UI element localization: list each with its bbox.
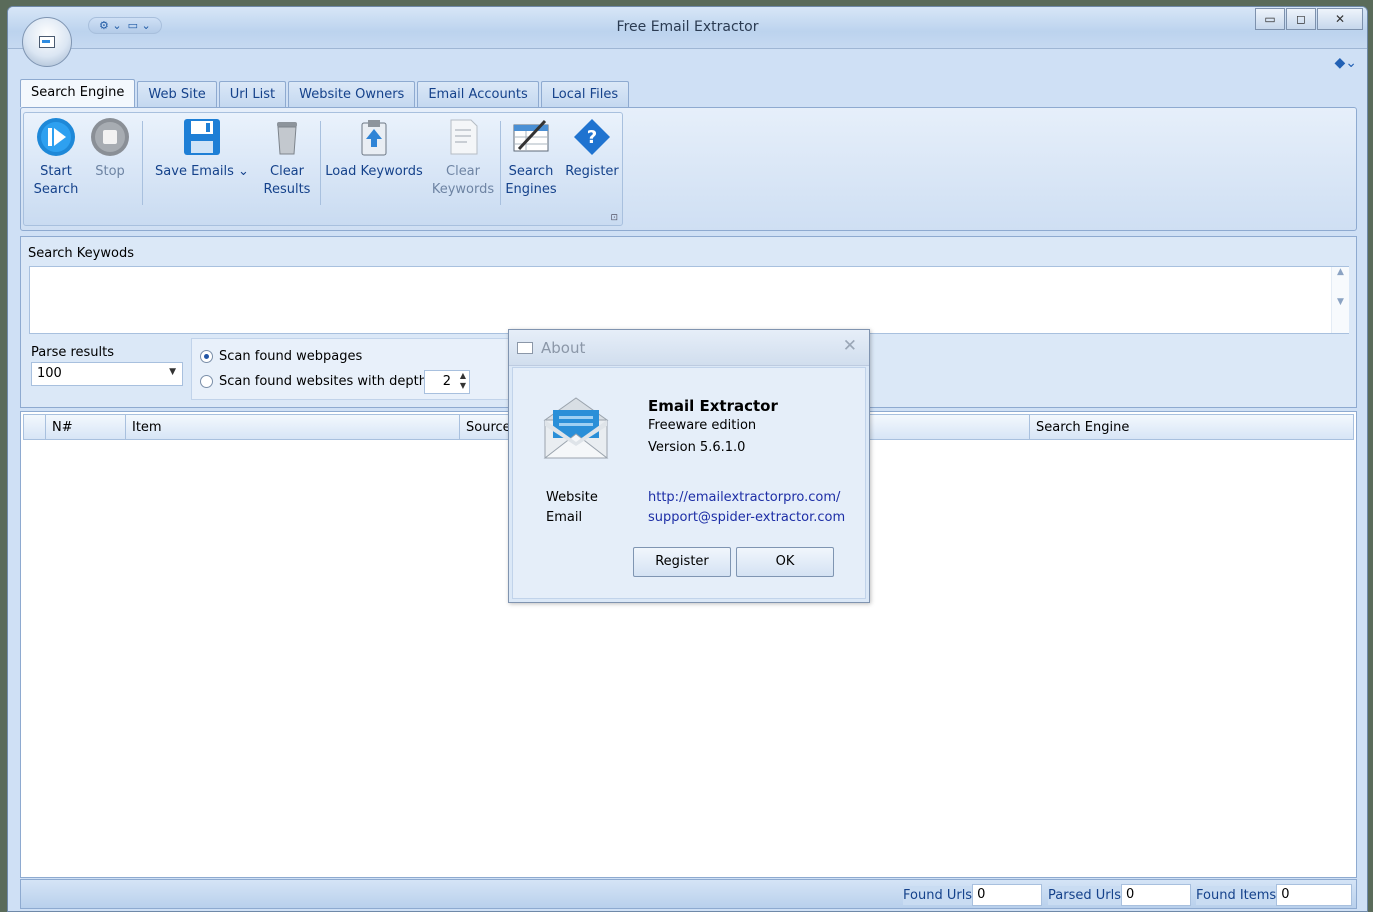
help-diamond-icon: ? [572, 117, 612, 157]
ribbon-group: Start Search Stop Save Emails ⌄ Clear Re [23, 112, 623, 226]
close-icon[interactable]: ✕ [843, 336, 857, 356]
ribbon-tabs: Search Engine Web Site Url List Website … [20, 79, 630, 107]
stop-icon [90, 117, 130, 157]
clear-results-label: Clear Results [263, 164, 311, 197]
tab-search-engine[interactable]: Search Engine [20, 79, 136, 107]
keywords-input[interactable] [29, 266, 1349, 334]
parse-results-label: Parse results [31, 345, 115, 360]
stop-button[interactable]: Stop [88, 117, 132, 181]
application-menu-button[interactable] [22, 17, 72, 67]
help-icon[interactable]: ◆⌄ [1335, 55, 1358, 71]
load-keywords-button[interactable]: Load Keywords [324, 117, 424, 181]
load-keywords-label: Load Keywords [325, 164, 423, 179]
about-dialog-title: About [541, 339, 586, 357]
tab-email-accounts[interactable]: Email Accounts [417, 81, 539, 107]
app-icon [39, 36, 55, 48]
close-button[interactable]: ✕ [1317, 8, 1363, 30]
parsed-urls-value: 0 [1120, 884, 1191, 906]
radio-scan-websites[interactable]: Scan found websites with depth [200, 374, 427, 389]
trash-icon [267, 117, 307, 157]
product-edition: Freeware edition [648, 418, 757, 433]
window-title: Free Email Extractor [616, 19, 759, 35]
clear-keywords-label: Clear Keywords [431, 164, 495, 197]
found-urls-status: Found Urls 0 [903, 884, 1043, 906]
ok-button[interactable]: OK [736, 547, 834, 577]
radio-scan-webpages[interactable]: Scan found webpages [200, 349, 362, 364]
dialog-window-icon [517, 342, 533, 354]
tab-website-owners[interactable]: Website Owners [288, 81, 416, 107]
ribbon: Start Search Stop Save Emails ⌄ Clear Re [20, 107, 1357, 231]
status-bar: Found Urls 0 Parsed Urls 0 Found Items 0 [20, 879, 1357, 909]
keywords-label: Search Keywods [28, 246, 134, 261]
radio-scan-webpages-label: Scan found webpages [219, 349, 363, 364]
tab-web-site[interactable]: Web Site [137, 81, 217, 107]
found-items-status: Found Items 0 [1196, 884, 1353, 906]
register-ribbon-label: Register [565, 164, 619, 179]
clear-keywords-button[interactable]: Clear Keywords [430, 117, 496, 199]
floppy-disk-icon [182, 117, 222, 157]
found-items-label: Found Items [1196, 885, 1277, 905]
column-header-item[interactable]: Item [126, 415, 460, 439]
save-emails-label: Save Emails ⌄ [155, 164, 249, 179]
radio-selected-icon [200, 350, 213, 363]
search-engines-button[interactable]: Search Engines [504, 117, 558, 199]
found-urls-value: 0 [972, 884, 1043, 906]
maximize-button[interactable]: ◻ [1286, 8, 1316, 30]
website-link[interactable]: http://emailextractorpro.com/ [648, 490, 840, 505]
group-launcher-icon[interactable]: ⊡ [610, 213, 618, 223]
column-header-number[interactable]: N# [46, 415, 126, 439]
search-engines-label: Search Engines [505, 164, 557, 197]
clear-results-button[interactable]: Clear Results [260, 117, 314, 199]
parse-results-value: 100 [37, 366, 62, 381]
tab-local-files[interactable]: Local Files [540, 81, 630, 107]
separator [500, 121, 501, 205]
depth-stepper[interactable]: 2 ▲ ▼ [424, 370, 470, 394]
start-search-button[interactable]: Start Search [30, 117, 82, 199]
envelope-icon [541, 396, 609, 466]
email-link[interactable]: support@spider-extractor.com [648, 510, 845, 525]
about-dialog: About ✕ Email Extractor Freeware edition… [508, 329, 870, 603]
about-dialog-titlebar: About ✕ [509, 330, 869, 366]
radio-scan-websites-label: Scan found websites with depth [219, 374, 427, 389]
window-controls: ▭ ◻ ✕ [1255, 8, 1363, 30]
parse-results-select[interactable]: 100 ▼ [31, 362, 183, 386]
table-edit-icon [511, 117, 551, 157]
found-urls-label: Found Urls [903, 885, 973, 905]
depth-value: 2 [442, 374, 451, 389]
minimize-button[interactable]: ▭ [1255, 8, 1285, 30]
column-header-search-engine[interactable]: Search Engine [1030, 415, 1353, 439]
found-items-value: 0 [1276, 884, 1353, 906]
document-icon [443, 117, 483, 157]
chevron-down-icon: ▼ [169, 367, 176, 377]
product-version: Version 5.6.1.0 [648, 440, 746, 455]
website-label: Website [546, 490, 598, 505]
parsed-urls-status: Parsed Urls 0 [1048, 884, 1191, 906]
title-bar: ⚙ ⌄ ▭ ⌄ Free Email Extractor ▭ ◻ ✕ [8, 7, 1367, 49]
separator [142, 121, 143, 205]
scan-options-group: Scan found webpages Scan found websites … [191, 338, 521, 400]
clipboard-icon [354, 117, 394, 157]
separator [320, 121, 321, 205]
save-emails-button[interactable]: Save Emails ⌄ [152, 117, 252, 181]
product-name: Email Extractor [648, 397, 778, 415]
email-label: Email [546, 510, 583, 525]
svg-text:?: ? [587, 127, 597, 148]
start-search-label: Start Search [33, 164, 79, 197]
play-icon [36, 117, 76, 157]
radio-unselected-icon [200, 375, 213, 388]
tab-url-list[interactable]: Url List [218, 81, 287, 107]
register-button[interactable]: Register [633, 547, 731, 577]
parsed-urls-label: Parsed Urls [1048, 885, 1121, 905]
register-ribbon-button[interactable]: ? Register [562, 117, 622, 181]
keywords-scrollbar[interactable]: ▲ ▼ [1331, 267, 1349, 333]
stepper-arrows-icon[interactable]: ▲ ▼ [460, 371, 466, 391]
stop-label: Stop [95, 164, 125, 179]
about-dialog-body: Email Extractor Freeware edition Version… [512, 367, 866, 599]
grid-indicator-column [24, 415, 46, 439]
